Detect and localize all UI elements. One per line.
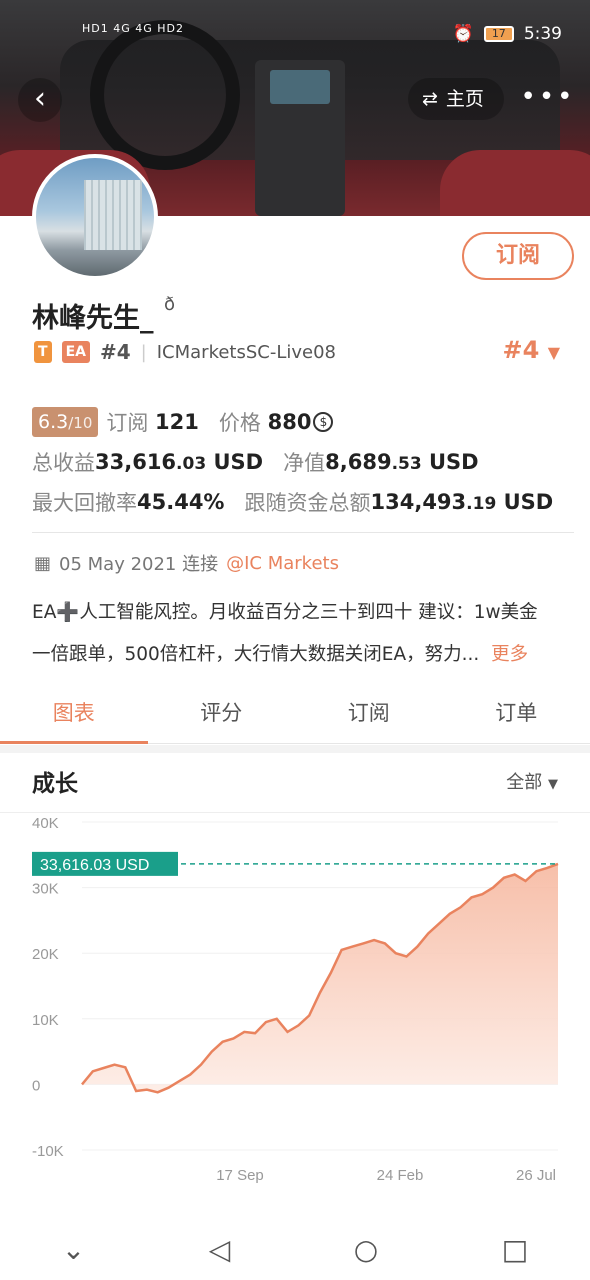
more-link[interactable]: 更多 xyxy=(491,644,528,665)
medal-icon: ð xyxy=(164,294,176,315)
subscribe-count-label: 订阅 xyxy=(106,411,149,435)
home-circle-icon[interactable]: ○ xyxy=(354,1233,378,1266)
net-label: 净值 xyxy=(283,451,326,475)
battery-icon: 17 xyxy=(483,26,514,42)
y-tick-label: -10K xyxy=(32,1143,64,1160)
back-button[interactable]: ‹ xyxy=(18,78,62,122)
system-nav-bar: ⌄ ◁ ○ □ xyxy=(0,1218,590,1280)
price-label: 价格 xyxy=(218,411,261,435)
current-value-text: 33,616.03 USD xyxy=(40,857,149,874)
switch-arrows-icon: ⇄ xyxy=(422,88,438,110)
score-badge: 6.3/10 xyxy=(32,407,99,437)
total-profit-value: 33,616.03 USD xyxy=(95,450,264,474)
tag-row: T EA #4 | ICMarketsSC-Live08 xyxy=(34,340,336,364)
status-bar: HD1 4G 4G HD2 ⏰ 17 5:39 xyxy=(0,18,590,54)
total-profit-label: 总收益 xyxy=(32,451,95,475)
y-tick-label: 20K xyxy=(32,946,59,963)
section-title: 成长 xyxy=(32,771,78,797)
recents-square-icon[interactable]: □ xyxy=(502,1233,528,1266)
subscribe-button[interactable]: 订阅 xyxy=(462,232,574,280)
tab-bar: 图表 评分 订阅 订单 xyxy=(0,688,590,744)
more-button[interactable]: ••• xyxy=(520,78,576,120)
x-tick-label: 24 Feb xyxy=(377,1167,424,1184)
tab-rating[interactable]: 评分 xyxy=(148,688,296,743)
net-value: 8,689.53 USD xyxy=(325,450,479,474)
stats-panel: 6.3/10 订阅 121 价格 880 $ 总收益 33,616.03 USD … xyxy=(32,402,572,522)
x-tick-label: 17 Sep xyxy=(216,1167,264,1184)
tag-ea: EA xyxy=(61,341,90,363)
connect-date: 05 May 2021 连接 xyxy=(59,554,219,575)
alarm-icon: ⏰ xyxy=(452,24,474,44)
broker-link[interactable]: @IC Markets xyxy=(226,553,339,574)
follow-amount-value: 134,493.19 USD xyxy=(370,490,554,514)
growth-area xyxy=(82,863,558,1093)
y-tick-label: 10K xyxy=(32,1012,59,1029)
caret-down-icon: ▼ xyxy=(547,343,560,362)
home-label: 主页 xyxy=(445,88,484,110)
follow-amount-label: 跟随资金总额 xyxy=(244,491,371,515)
tab-chart[interactable]: 图表 xyxy=(0,688,148,744)
y-tick-label: 30K xyxy=(32,881,59,898)
home-button[interactable]: ⇄ 主页 xyxy=(408,78,504,120)
caret-down-icon: ▼ xyxy=(548,777,558,792)
range-filter[interactable]: 全部 ▼ xyxy=(506,768,558,794)
back-triangle-icon[interactable]: ◁ xyxy=(209,1233,231,1266)
x-tick-label: 26 Jul xyxy=(516,1167,556,1184)
chevron-left-icon: ‹ xyxy=(34,81,46,116)
connect-date-row: ▦ 05 May 2021 连接 @IC Markets xyxy=(34,550,339,576)
rank-badge[interactable]: #4 ▼ xyxy=(503,336,560,364)
y-tick-label: 0 xyxy=(32,1077,40,1094)
description: EA➕人工智能风控。月收益百分之三十到四十 建议：1w美金 一倍跟单，500倍杠… xyxy=(32,602,538,665)
growth-chart: 33,616.03 USD 40K 30K 20K 10K 0 -10K 17 Sep 24… xyxy=(32,816,559,1184)
server-name: ICMarketsSC-Live08 xyxy=(156,341,337,363)
y-tick-label: 40K xyxy=(32,816,59,832)
tab-subscribe[interactable]: 订阅 xyxy=(295,688,443,743)
more-dots-icon: ••• xyxy=(520,82,576,112)
calendar-icon: ▦ xyxy=(34,552,52,574)
chevron-down-icon[interactable]: ⌄ xyxy=(62,1233,85,1266)
drawdown-value: 45.44% xyxy=(137,490,225,514)
current-value-label: 33,616.03 USD xyxy=(32,851,178,876)
avatar[interactable] xyxy=(32,154,158,280)
clock: 5:39 xyxy=(523,24,562,44)
tag-t: T xyxy=(34,341,52,363)
profile-name: 林峰先生_ xyxy=(32,303,154,334)
network-indicators: HD1 4G 4G HD2 xyxy=(82,22,185,35)
coin-icon: $ xyxy=(313,412,334,432)
price-value: 880 xyxy=(267,410,312,434)
tab-orders[interactable]: 订单 xyxy=(443,688,590,743)
subscribe-count: 121 xyxy=(155,410,199,434)
drawdown-label: 最大回撤率 xyxy=(32,491,137,515)
rank-small: #4 xyxy=(99,340,131,364)
